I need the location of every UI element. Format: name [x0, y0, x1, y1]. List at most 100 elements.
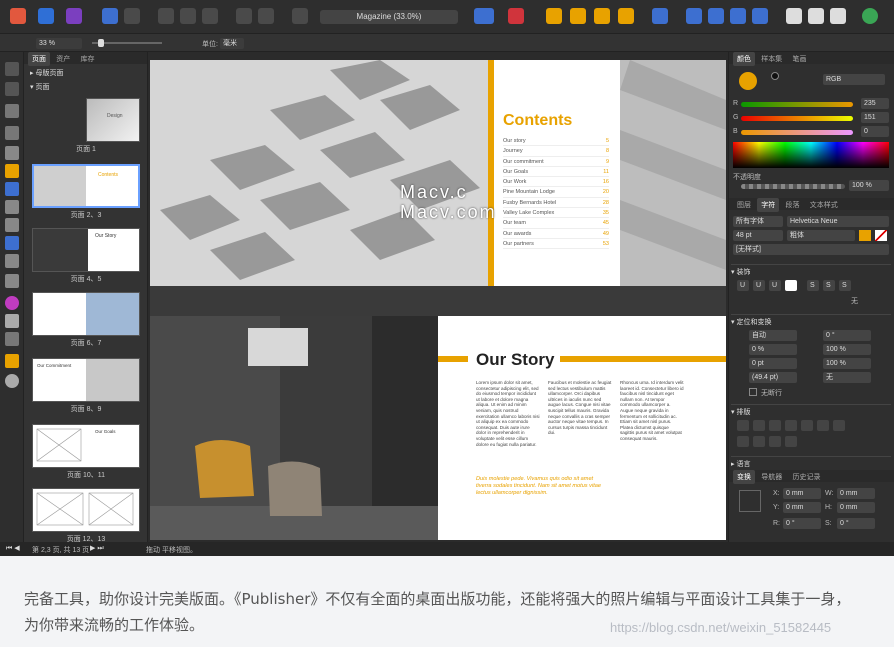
place-image-tool-icon[interactable]: [5, 236, 19, 250]
toc-row[interactable]: Our partners 53: [503, 239, 609, 250]
tracking-field[interactable]: 0 %: [749, 344, 797, 355]
double-strike-icon[interactable]: S: [823, 280, 835, 291]
our-story-heading[interactable]: Our Story: [476, 350, 554, 370]
skew-field[interactable]: 0 °: [823, 330, 871, 341]
publisher-persona-icon[interactable]: [66, 8, 82, 24]
color-picker-tool-icon[interactable]: [5, 332, 19, 346]
tab-transform[interactable]: 变换: [733, 470, 755, 484]
opacity-slider[interactable]: [741, 184, 845, 189]
picture-frame-icon[interactable]: [202, 8, 218, 24]
title-case-icon[interactable]: [833, 420, 845, 431]
underline-style-icon[interactable]: U: [769, 280, 781, 291]
snapping-icon[interactable]: [508, 8, 524, 24]
color-mode-select[interactable]: RGB: [823, 74, 885, 85]
h-field[interactable]: 0 mm: [837, 502, 875, 513]
page-thumbnail-10-11[interactable]: Our Goals: [32, 424, 140, 468]
zoom-field[interactable]: 33 %: [36, 38, 82, 49]
superscript-icon[interactable]: [769, 420, 781, 431]
page-thumbnail-1[interactable]: Design: [86, 98, 140, 142]
unit-select[interactable]: 毫米: [220, 38, 244, 49]
boolean-subtract-icon[interactable]: [808, 8, 824, 24]
first-page-icon[interactable]: ⏮ ◀: [6, 544, 20, 553]
zoom-tool-icon[interactable]: [5, 374, 19, 388]
small-caps-icon[interactable]: [801, 420, 813, 431]
story-column-3[interactable]: Rhoncus urna. Id interdum velit laoreet …: [620, 380, 684, 442]
color-spectrum[interactable]: [733, 142, 889, 168]
designer-persona-icon[interactable]: [10, 8, 26, 24]
tab-navigator[interactable]: 导航器: [757, 470, 786, 484]
rotate-right-icon[interactable]: [752, 8, 768, 24]
zoom-slider-handle[interactable]: [98, 39, 104, 47]
shear-field[interactable]: 0 °: [837, 518, 875, 529]
story-column-2[interactable]: Faucibus et molestie ac feugiat sed lect…: [548, 380, 612, 436]
typography-section-header[interactable]: ▾ 排版: [731, 404, 891, 416]
toc-row[interactable]: Our team 45: [503, 218, 609, 229]
boolean-add-icon[interactable]: [786, 8, 802, 24]
strike-style-icon[interactable]: S: [839, 280, 851, 291]
scale-height-field[interactable]: 100 %: [823, 358, 871, 369]
leading-field[interactable]: (49.4 pt): [749, 372, 797, 383]
arrange-icon-1[interactable]: [546, 8, 562, 24]
x-field[interactable]: 0 mm: [783, 488, 821, 499]
fill-tool-icon[interactable]: [5, 296, 19, 310]
rotate-left-icon[interactable]: [730, 8, 746, 24]
tab-paragraph[interactable]: 段落: [781, 198, 803, 212]
y-field[interactable]: 0 mm: [783, 502, 821, 513]
w-field[interactable]: 0 mm: [837, 488, 875, 499]
document-canvas[interactable]: Contents Our story 5 Journey 8 Our commitmen…: [150, 60, 726, 540]
baseline-shift-field[interactable]: 0 pt: [749, 358, 797, 369]
subscript-icon[interactable]: [785, 420, 797, 431]
all-caps-icon[interactable]: [817, 420, 829, 431]
underline-icon[interactable]: U: [737, 280, 749, 291]
story-pull-quote[interactable]: Duis molestie pede. Vivamus quis odio si…: [476, 476, 606, 497]
pin-icon[interactable]: [236, 8, 252, 24]
toc-row[interactable]: Our story 5: [503, 136, 609, 147]
decoration-section-header[interactable]: ▾ 装饰: [731, 264, 891, 276]
anchor-point-grid[interactable]: [739, 490, 761, 512]
more-options-icon[interactable]: [785, 436, 797, 447]
tab-character[interactable]: 字符: [757, 198, 780, 212]
discretionary-ligature-icon[interactable]: [753, 420, 765, 431]
hand-tool-icon[interactable]: [5, 354, 19, 368]
strikethrough-icon[interactable]: S: [807, 280, 819, 291]
font-collection-select[interactable]: 所有字体: [733, 216, 783, 227]
flip-horizontal-icon[interactable]: [686, 8, 702, 24]
tab-pages[interactable]: 页面: [28, 52, 50, 66]
pentagon-icon[interactable]: [102, 8, 118, 24]
transparency-tool-icon[interactable]: [5, 314, 19, 328]
stroke-color-swatch[interactable]: [771, 72, 779, 80]
flip-vertical-icon[interactable]: [708, 8, 724, 24]
page-thumbnail-12-13[interactable]: [32, 488, 140, 532]
rectangle-tool-icon[interactable]: [5, 182, 19, 196]
blue-slider[interactable]: [741, 130, 853, 135]
tab-text-styles[interactable]: 文本样式: [806, 198, 842, 212]
fill-color-swatch[interactable]: [739, 72, 757, 90]
text-fill-swatch[interactable]: [859, 230, 871, 241]
tab-assets[interactable]: 资产: [52, 52, 74, 66]
font-family-select[interactable]: Helvetica Neue: [787, 216, 889, 227]
ellipse-frame-tool-icon[interactable]: [5, 218, 19, 232]
node-tool-icon[interactable]: [5, 82, 19, 96]
scale-width-field[interactable]: 100 %: [823, 344, 871, 355]
page-thumbnail-2-3[interactable]: Contents: [32, 164, 140, 208]
shapes-icon[interactable]: [124, 8, 140, 24]
tab-layers[interactable]: 图层: [733, 198, 755, 212]
table-grid-tool-icon[interactable]: [5, 254, 19, 268]
green-slider[interactable]: [741, 116, 853, 121]
no-color-icon[interactable]: [785, 280, 797, 291]
move-tool-icon[interactable]: [5, 62, 19, 76]
toc-row[interactable]: Pine Mountain Lodge 20: [503, 187, 609, 198]
fraction-icon[interactable]: [737, 436, 749, 447]
toc-row[interactable]: Our commitment 9: [503, 157, 609, 167]
toc-row[interactable]: Fusby Bernards Hotel 28: [503, 198, 609, 209]
preflight-icon[interactable]: [474, 8, 494, 24]
crop-tool-icon[interactable]: [5, 274, 19, 288]
arrange-icon-2[interactable]: [570, 8, 586, 24]
align-icon[interactable]: [652, 8, 668, 24]
story-column-1[interactable]: Lorem ipsum dolor sit amet, consectetur …: [476, 380, 540, 447]
page-thumbnail-6-7[interactable]: [32, 292, 140, 336]
tab-history[interactable]: 历史记录: [788, 470, 824, 484]
page-thumbnail-4-5[interactable]: Our Story: [32, 228, 140, 272]
swash-icon[interactable]: [769, 436, 781, 447]
toc-row[interactable]: Our Goals 11: [503, 167, 609, 178]
